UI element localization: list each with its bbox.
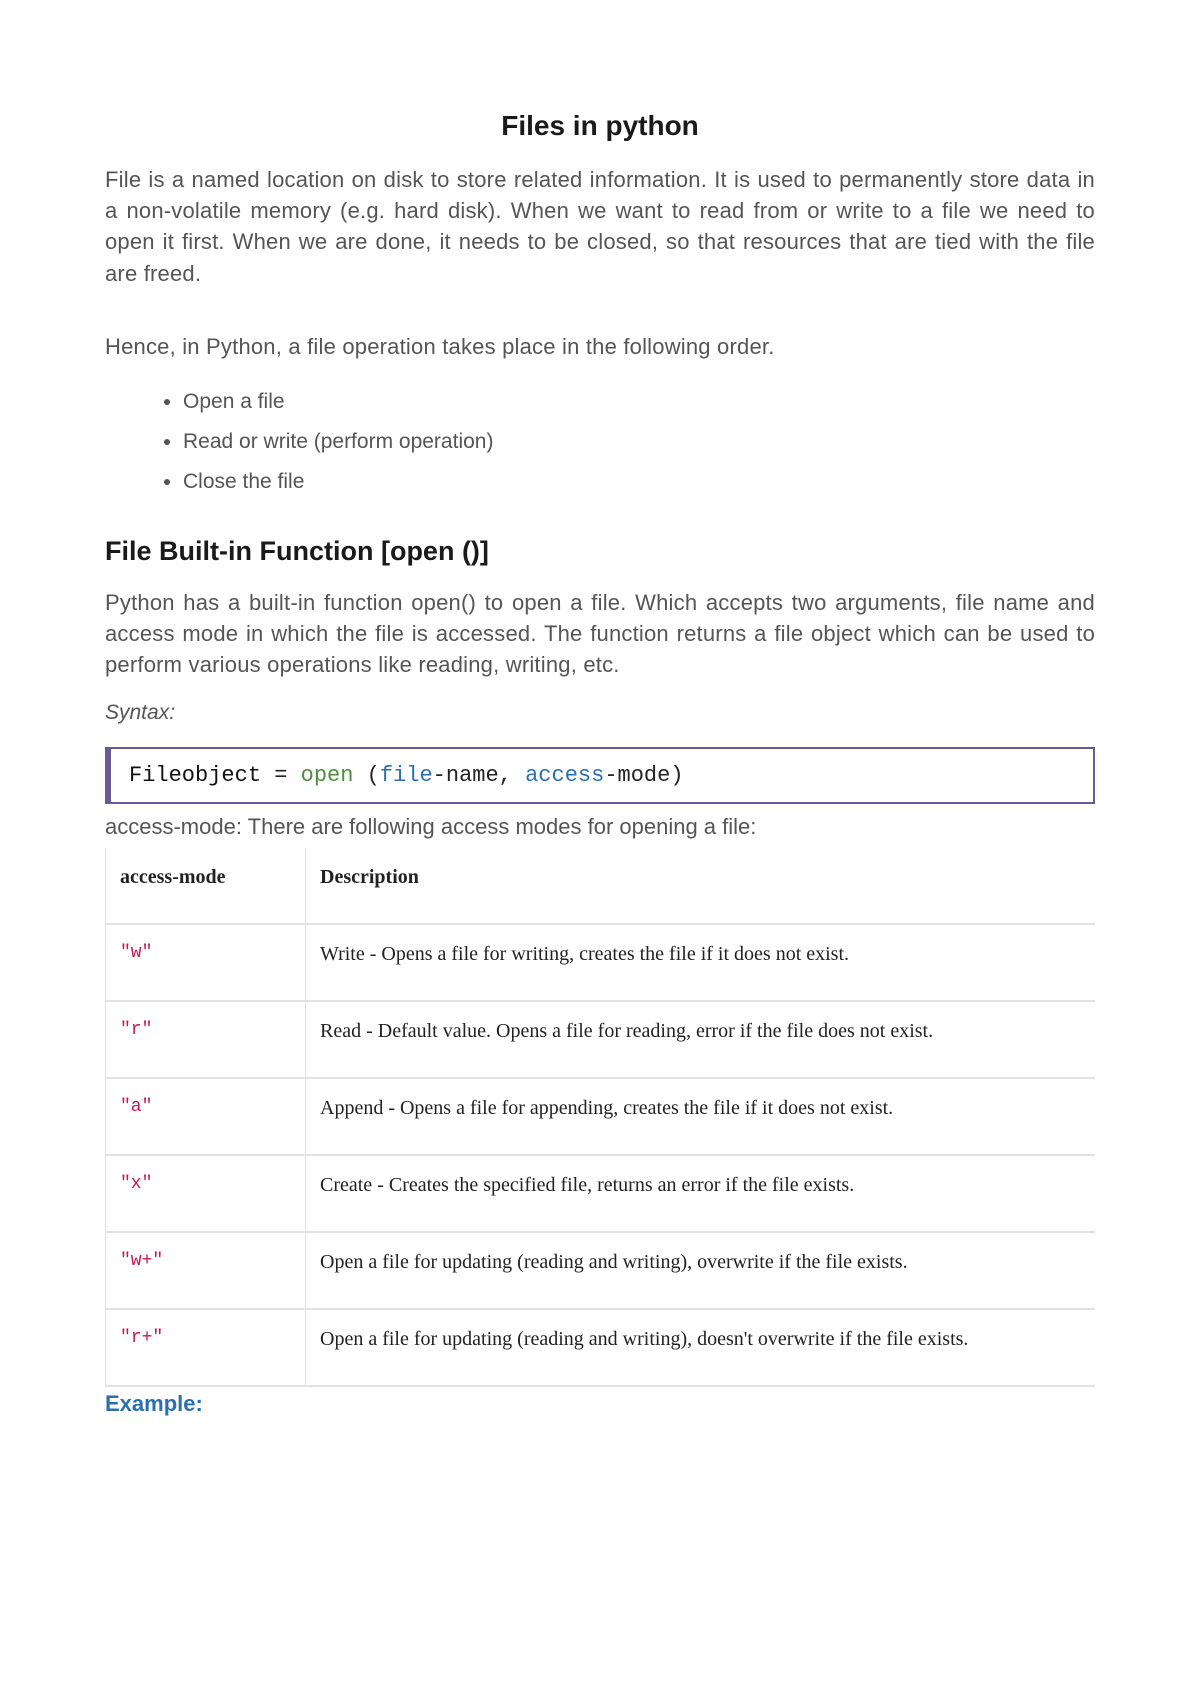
table-row: "r+" Open a file for updating (reading a… bbox=[106, 1309, 1096, 1386]
table-header-description: Description bbox=[306, 848, 1096, 924]
code-token: -mode) bbox=[604, 763, 683, 788]
table-row: "w" Write - Opens a file for writing, cr… bbox=[106, 924, 1096, 1001]
mode-value: "w+" bbox=[120, 1251, 163, 1271]
mode-value: "w" bbox=[120, 943, 152, 963]
page-title: Files in python bbox=[105, 110, 1095, 142]
code-token: = bbox=[261, 763, 301, 788]
list-item: Open a file bbox=[183, 382, 1095, 422]
mode-value: "a" bbox=[120, 1097, 152, 1117]
order-intro-paragraph: Hence, in Python, a file operation takes… bbox=[105, 331, 1095, 362]
table-row: "a" Append - Opens a file for appending,… bbox=[106, 1078, 1096, 1155]
example-label: Example: bbox=[105, 1391, 1095, 1417]
table-row: "w+" Open a file for updating (reading a… bbox=[106, 1232, 1096, 1309]
mode-value: "x" bbox=[120, 1174, 152, 1194]
table-header-row: access-mode Description bbox=[106, 848, 1096, 924]
code-token: -name, bbox=[433, 763, 525, 788]
code-token-function: open bbox=[301, 763, 354, 788]
table-row: "r" Read - Default value. Opens a file f… bbox=[106, 1001, 1096, 1078]
code-token: ( bbox=[353, 763, 379, 788]
mode-value: "r" bbox=[120, 1020, 152, 1040]
mode-description: Append - Opens a file for appending, cre… bbox=[320, 1097, 893, 1119]
intro-paragraph: File is a named location on disk to stor… bbox=[105, 164, 1095, 289]
mode-description: Open a file for updating (reading and wr… bbox=[320, 1251, 908, 1273]
list-item: Close the file bbox=[183, 462, 1095, 502]
code-token: Fileobject bbox=[129, 763, 261, 788]
syntax-code-block: Fileobject = open (file-name, access-mod… bbox=[105, 747, 1095, 804]
table-row: "x" Create - Creates the specified file,… bbox=[106, 1155, 1096, 1232]
mode-description: Read - Default value. Opens a file for r… bbox=[320, 1020, 933, 1042]
mode-value: "r+" bbox=[120, 1328, 163, 1348]
access-mode-table: access-mode Description "w" Write - Open… bbox=[105, 848, 1095, 1387]
table-header-mode: access-mode bbox=[106, 848, 306, 924]
mode-description: Write - Opens a file for writing, create… bbox=[320, 943, 849, 965]
syntax-label: Syntax: bbox=[105, 701, 1095, 725]
open-description-paragraph: Python has a built-in function open() to… bbox=[105, 587, 1095, 681]
code-token-keyword: access bbox=[525, 763, 604, 788]
section-heading-open: File Built-in Function [open ()] bbox=[105, 536, 1095, 567]
mode-description: Create - Creates the specified file, ret… bbox=[320, 1174, 854, 1196]
mode-description: Open a file for updating (reading and wr… bbox=[320, 1328, 968, 1350]
steps-list: Open a file Read or write (perform opera… bbox=[105, 382, 1095, 502]
access-mode-rest: There are following access modes for ope… bbox=[242, 814, 756, 839]
code-token-keyword: file bbox=[380, 763, 433, 788]
access-mode-intro: access-mode: There are following access … bbox=[105, 814, 1095, 840]
list-item: Read or write (perform operation) bbox=[183, 422, 1095, 462]
access-mode-lead: access-mode: bbox=[105, 814, 242, 839]
